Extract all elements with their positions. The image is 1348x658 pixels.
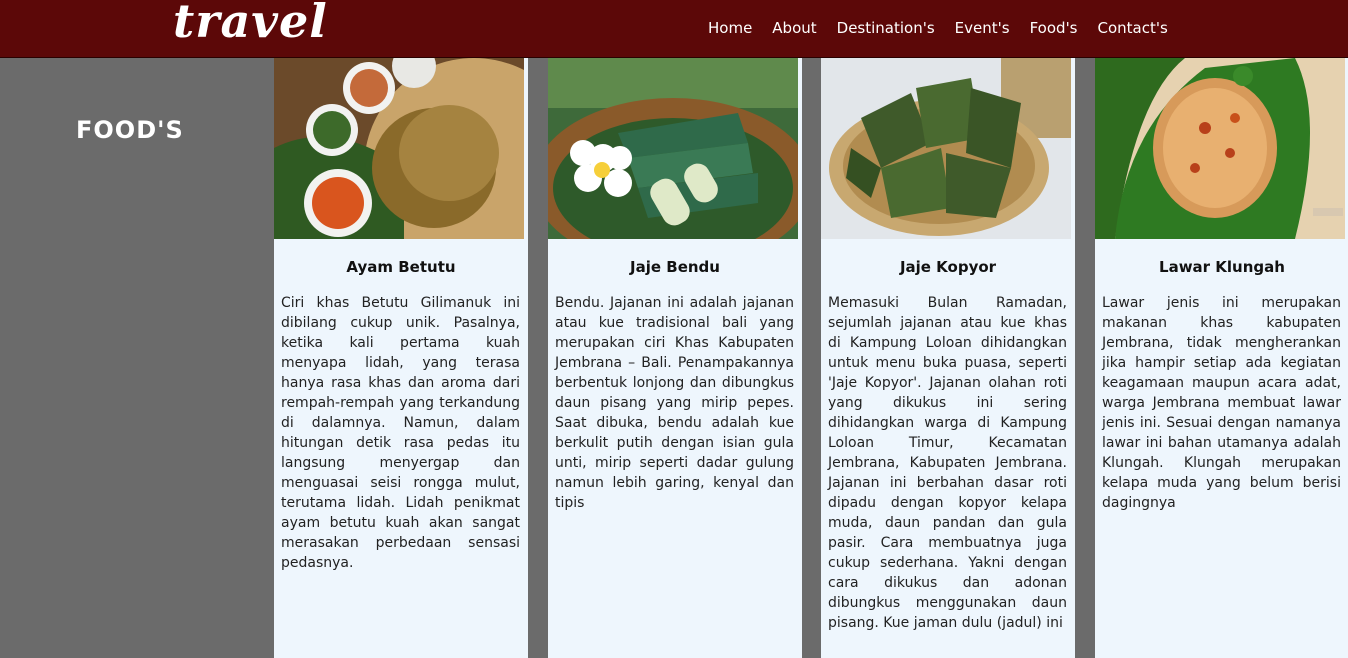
navbar: travel Home About Destination's Event's … [0,0,1348,58]
nav-foods[interactable]: Food's [1020,17,1088,39]
card-description: Lawar jenis ini merupakan makanan khas k… [1102,295,1341,511]
card-title: Ayam Betutu [346,258,456,276]
nav-destinations[interactable]: Destination's [827,17,945,39]
ayam-betutu-image [274,58,524,239]
card-description: Memasuki Bulan Ramadan, sejumlah jajanan… [828,295,1067,631]
card-title: Jaje Kopyor [899,258,997,276]
nav-home[interactable]: Home [698,17,762,39]
section-title: FOOD'S [76,116,184,144]
lawar-klungah-image [1095,58,1345,239]
logo[interactable]: travel [173,0,328,48]
jaje-kopyor-image [821,58,1071,239]
food-card: Ayam Betutu Ciri khas Betutu Gilimanuk i… [274,58,528,658]
card-description: Bendu. Jajanan ini adalah jajanan atau k… [555,295,794,511]
nav-contacts[interactable]: Contact's [1088,17,1178,39]
food-card: Jaje Bendu Bendu. Jajanan ini adalah jaj… [548,58,802,658]
card-title: Jaje Bendu [630,258,720,276]
main-nav: Home About Destination's Event's Food's … [698,17,1178,39]
jaje-bendu-image [548,58,798,239]
food-card: Jaje Kopyor Memasuki Bulan Ramadan, seju… [821,58,1075,658]
nav-about[interactable]: About [762,17,826,39]
food-card: Lawar Klungah Lawar jenis ini merupakan … [1095,58,1348,658]
card-description: Ciri khas Betutu Gilimanuk ini dibilang … [281,295,520,571]
nav-events[interactable]: Event's [945,17,1020,39]
card-title: Lawar Klungah [1159,258,1285,276]
